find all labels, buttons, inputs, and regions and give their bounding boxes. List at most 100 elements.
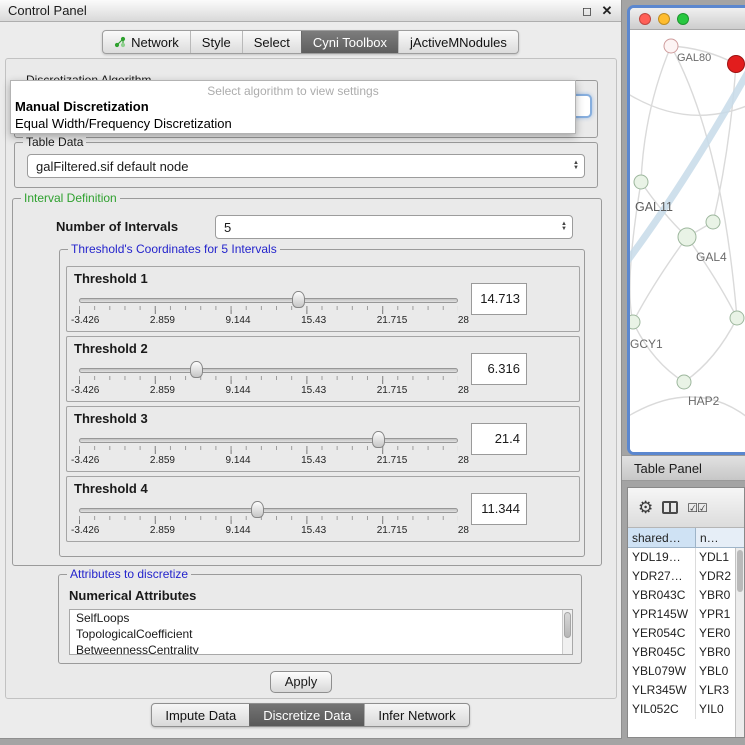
slider-thumb[interactable]	[251, 501, 264, 518]
node[interactable]	[706, 215, 720, 229]
float-window-icon[interactable]: ◻	[577, 4, 597, 18]
tab-label: Select	[254, 35, 290, 50]
slider-tick-labels: -3.4262.8599.14415.4321.71528	[71, 455, 469, 466]
control-panel-titlebar: Control Panel ◻ ✕	[0, 0, 621, 22]
table-data-select[interactable]: galFiltered.sif default node ▲▼	[27, 154, 585, 178]
tab-infer-network[interactable]: Infer Network	[364, 704, 468, 726]
slider-thumb[interactable]	[292, 291, 305, 308]
slider-track[interactable]	[79, 368, 458, 373]
node-hap2[interactable]	[677, 375, 691, 389]
table-panel-header: Table Panel	[622, 455, 745, 481]
mac-minimize-icon[interactable]	[658, 13, 670, 25]
slider-track[interactable]	[79, 508, 458, 513]
tab-style[interactable]: Style	[190, 31, 242, 53]
window-title: Control Panel	[0, 3, 577, 18]
table-data-group: Table Data galFiltered.sif default node …	[14, 142, 598, 188]
column-header-shared-name[interactable]: shared…	[628, 528, 696, 548]
node-gal80[interactable]	[664, 39, 678, 53]
threshold-slider[interactable]: -3.4262.8599.14415.4321.71528	[79, 359, 458, 399]
slider-thumb[interactable]	[190, 361, 203, 378]
threshold-label: Threshold 2	[74, 341, 148, 356]
close-icon[interactable]: ✕	[597, 3, 617, 19]
dropdown-option-manual[interactable]: Manual Discretization	[11, 98, 575, 115]
table-row[interactable]: YDR27…YDR2	[628, 567, 744, 586]
network-canvas[interactable]: GAL80 GAL11 GAL4 GCY1 HAP2	[630, 30, 745, 454]
table-row[interactable]: YBR043CYBR0	[628, 586, 744, 605]
apply-button[interactable]: Apply	[270, 671, 332, 693]
slider-tick-labels: -3.4262.8599.14415.4321.71528	[71, 385, 469, 396]
tab-label: jActiveMNodules	[410, 35, 507, 50]
threshold-slider[interactable]: -3.4262.8599.14415.4321.71528	[79, 289, 458, 329]
gear-icon[interactable]: ⚙	[638, 499, 653, 516]
threshold-value-field[interactable]: 21.4	[471, 423, 527, 455]
node-label-gcy1: GCY1	[630, 337, 663, 351]
threshold-panel-2: Threshold 2 -3.4262.8599.14415.4321.7152…	[66, 336, 580, 402]
tab-impute-data[interactable]: Impute Data	[152, 704, 249, 726]
mac-zoom-icon[interactable]	[677, 13, 689, 25]
numerical-attributes-list[interactable]: SelfLoops TopologicalCoefficient Between…	[69, 609, 573, 655]
slider-tick-labels: -3.4262.8599.14415.4321.71528	[71, 315, 469, 326]
node-gal4[interactable]	[678, 228, 696, 246]
tab-cyni-toolbox[interactable]: Cyni Toolbox	[301, 31, 398, 53]
network-icon	[114, 36, 126, 48]
node-label-gal80: GAL80	[677, 52, 711, 64]
table-toolbar: ⚙ ☑☑	[628, 488, 744, 528]
table-body: YDL19…YDL1 YDR27…YDR2 YBR043CYBR0 YPR145…	[628, 548, 744, 738]
list-scrollbar[interactable]	[562, 610, 572, 654]
list-item[interactable]: TopologicalCoefficient	[70, 626, 572, 642]
threshold-panel-3: Threshold 3 -3.4262.8599.14415.4321.7152…	[66, 406, 580, 472]
list-item[interactable]: SelfLoops	[70, 610, 572, 626]
node-gal11[interactable]	[634, 175, 648, 189]
threshold-value-field[interactable]: 6.316	[471, 353, 527, 385]
list-item[interactable]: BetweennessCentrality	[70, 642, 572, 655]
thresholds-group: Threshold's Coordinates for 5 Intervals …	[59, 249, 585, 557]
number-of-intervals-select[interactable]: 5 ▲▼	[215, 215, 573, 239]
table-row[interactable]: YLR345WYLR3	[628, 681, 744, 700]
node[interactable]	[730, 311, 744, 325]
table-row[interactable]: YDL19…YDL1	[628, 548, 744, 567]
table-row[interactable]: YBR045CYBR0	[628, 643, 744, 662]
node-selected-red[interactable]	[728, 56, 745, 73]
threshold-slider[interactable]: -3.4262.8599.14415.4321.71528	[79, 499, 458, 539]
table-row[interactable]: YER054CYER0	[628, 624, 744, 643]
slider-tick-labels: -3.4262.8599.14415.4321.71528	[71, 525, 469, 536]
dropdown-option-equal-width[interactable]: Equal Width/Frequency Discretization	[11, 115, 575, 132]
attributes-group-title: Attributes to discretize	[67, 567, 191, 581]
table-scrollbar-thumb[interactable]	[737, 550, 743, 592]
control-panel-window: Control Panel ◻ ✕ Network Style Select C…	[0, 0, 622, 739]
list-scrollbar-thumb[interactable]	[564, 612, 571, 638]
threshold-panel-4: Threshold 4 -3.4262.8599.14415.4321.7152…	[66, 476, 580, 542]
select-all-icon[interactable]: ☑☑	[687, 502, 707, 514]
tab-jactivemodules[interactable]: jActiveMNodules	[398, 31, 518, 53]
tab-network[interactable]: Network	[103, 31, 190, 53]
threshold-value-field[interactable]: 11.344	[471, 493, 527, 525]
columns-icon[interactable]	[662, 501, 678, 514]
tab-label: Discretize Data	[263, 708, 351, 723]
tab-label: Cyni Toolbox	[313, 35, 387, 50]
threshold-panel-1: Threshold 1 -3.4262.8599.14415.4321.7152…	[66, 266, 580, 332]
network-view-window[interactable]: GAL80 GAL11 GAL4 GCY1 HAP2	[627, 5, 745, 455]
table-row[interactable]: YBL079WYBL0	[628, 662, 744, 681]
table-row[interactable]: YPR145WYPR1	[628, 605, 744, 624]
table-scrollbar[interactable]	[735, 548, 744, 737]
slider-track[interactable]	[79, 438, 458, 443]
slider-thumb[interactable]	[372, 431, 385, 448]
mac-close-icon[interactable]	[639, 13, 651, 25]
algorithm-dropdown-popup: Select algorithm to view settings Manual…	[10, 80, 576, 134]
slider-minor-ticks	[79, 376, 458, 380]
column-header-name[interactable]: n…	[696, 528, 744, 548]
tab-discretize-data[interactable]: Discretize Data	[249, 704, 364, 726]
stepper-icon: ▲▼	[568, 161, 584, 171]
threshold-label: Threshold 3	[74, 411, 148, 426]
threshold-value-field[interactable]: 14.713	[471, 283, 527, 315]
tab-select[interactable]: Select	[242, 31, 301, 53]
table-row[interactable]: YIL052CYIL0	[628, 700, 744, 719]
numerical-attributes-label: Numerical Attributes	[69, 588, 196, 603]
network-window-titlebar	[630, 8, 745, 30]
slider-track[interactable]	[79, 298, 458, 303]
interval-definition-group: Interval Definition Number of Intervals …	[12, 198, 602, 566]
node-gcy1[interactable]	[630, 315, 640, 329]
network-graph: GAL80 GAL11 GAL4 GCY1 HAP2	[630, 30, 745, 454]
thresholds-group-title: Threshold's Coordinates for 5 Intervals	[68, 242, 280, 256]
threshold-slider[interactable]: -3.4262.8599.14415.4321.71528	[79, 429, 458, 469]
